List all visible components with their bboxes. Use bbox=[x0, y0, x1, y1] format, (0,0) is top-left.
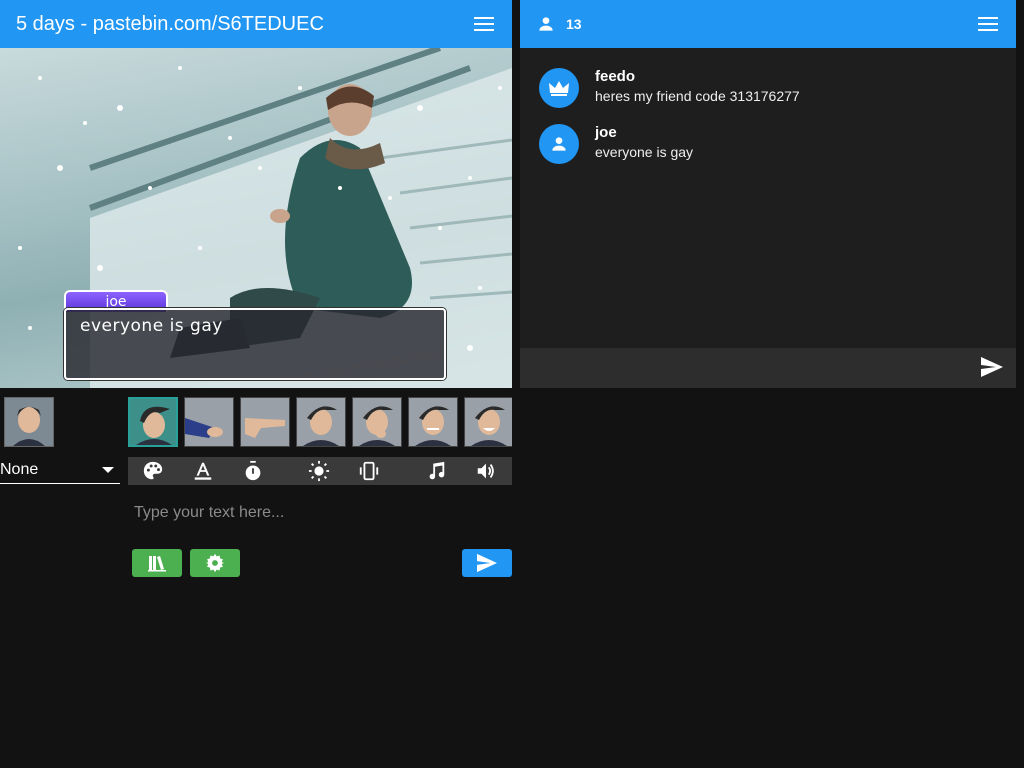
hamburger-menu-icon[interactable] bbox=[472, 12, 496, 36]
gear-icon bbox=[205, 553, 225, 573]
user-count: 13 bbox=[566, 16, 582, 32]
dialogue-box: everyone is gay bbox=[64, 308, 446, 380]
chat-message-author: feedo bbox=[595, 68, 636, 85]
library-button[interactable] bbox=[132, 549, 182, 577]
chat-log: feedo heres my friend code 313176277 joe… bbox=[520, 48, 1016, 348]
person-icon bbox=[539, 124, 579, 164]
library-icon bbox=[147, 554, 167, 572]
music-note-icon[interactable] bbox=[425, 460, 447, 482]
send-icon[interactable] bbox=[980, 356, 1004, 383]
emote-button[interactable] bbox=[296, 397, 346, 447]
chat-message: joe everyone is gay bbox=[539, 124, 693, 164]
settings-button[interactable] bbox=[190, 549, 240, 577]
palette-icon[interactable] bbox=[142, 460, 164, 482]
chat-message-author: joe bbox=[595, 124, 617, 141]
send-button[interactable] bbox=[462, 549, 512, 577]
chat-message-text: everyone is gay bbox=[595, 144, 694, 160]
send-icon bbox=[475, 553, 499, 573]
ic-message-input[interactable] bbox=[128, 488, 512, 538]
character-select-value: None bbox=[0, 461, 39, 478]
character-avatar[interactable] bbox=[4, 397, 54, 447]
message-options-toolbar bbox=[128, 457, 512, 485]
vibrate-icon[interactable] bbox=[358, 460, 380, 482]
emote-button[interactable] bbox=[464, 397, 512, 447]
chat-message-text: heres my friend code 313176277 bbox=[595, 88, 800, 104]
volume-icon[interactable] bbox=[475, 460, 497, 482]
room-header: 5 days - pastebin.com/S6TEDUEC bbox=[0, 0, 512, 48]
person-icon[interactable] bbox=[536, 14, 556, 34]
room-title: 5 days - pastebin.com/S6TEDUEC bbox=[16, 12, 324, 35]
emote-button[interactable] bbox=[240, 397, 290, 447]
character-select[interactable]: None bbox=[0, 458, 120, 484]
text-color-icon[interactable] bbox=[192, 460, 214, 482]
chat-header: 13 bbox=[520, 0, 1016, 48]
chat-message: feedo heres my friend code 313176277 bbox=[539, 68, 800, 108]
ooc-chat-input[interactable] bbox=[520, 348, 1016, 388]
emote-button[interactable] bbox=[352, 397, 402, 447]
emote-list bbox=[128, 397, 512, 449]
crown-icon bbox=[539, 68, 579, 108]
emote-button[interactable] bbox=[184, 397, 234, 447]
timer-icon[interactable] bbox=[242, 460, 264, 482]
emote-button[interactable] bbox=[128, 397, 178, 447]
scene-viewport: joe everyone is gay bbox=[0, 48, 512, 388]
emote-button[interactable] bbox=[408, 397, 458, 447]
chevron-down-icon bbox=[102, 467, 114, 473]
hamburger-menu-icon[interactable] bbox=[976, 12, 1000, 36]
brightness-icon[interactable] bbox=[308, 460, 330, 482]
